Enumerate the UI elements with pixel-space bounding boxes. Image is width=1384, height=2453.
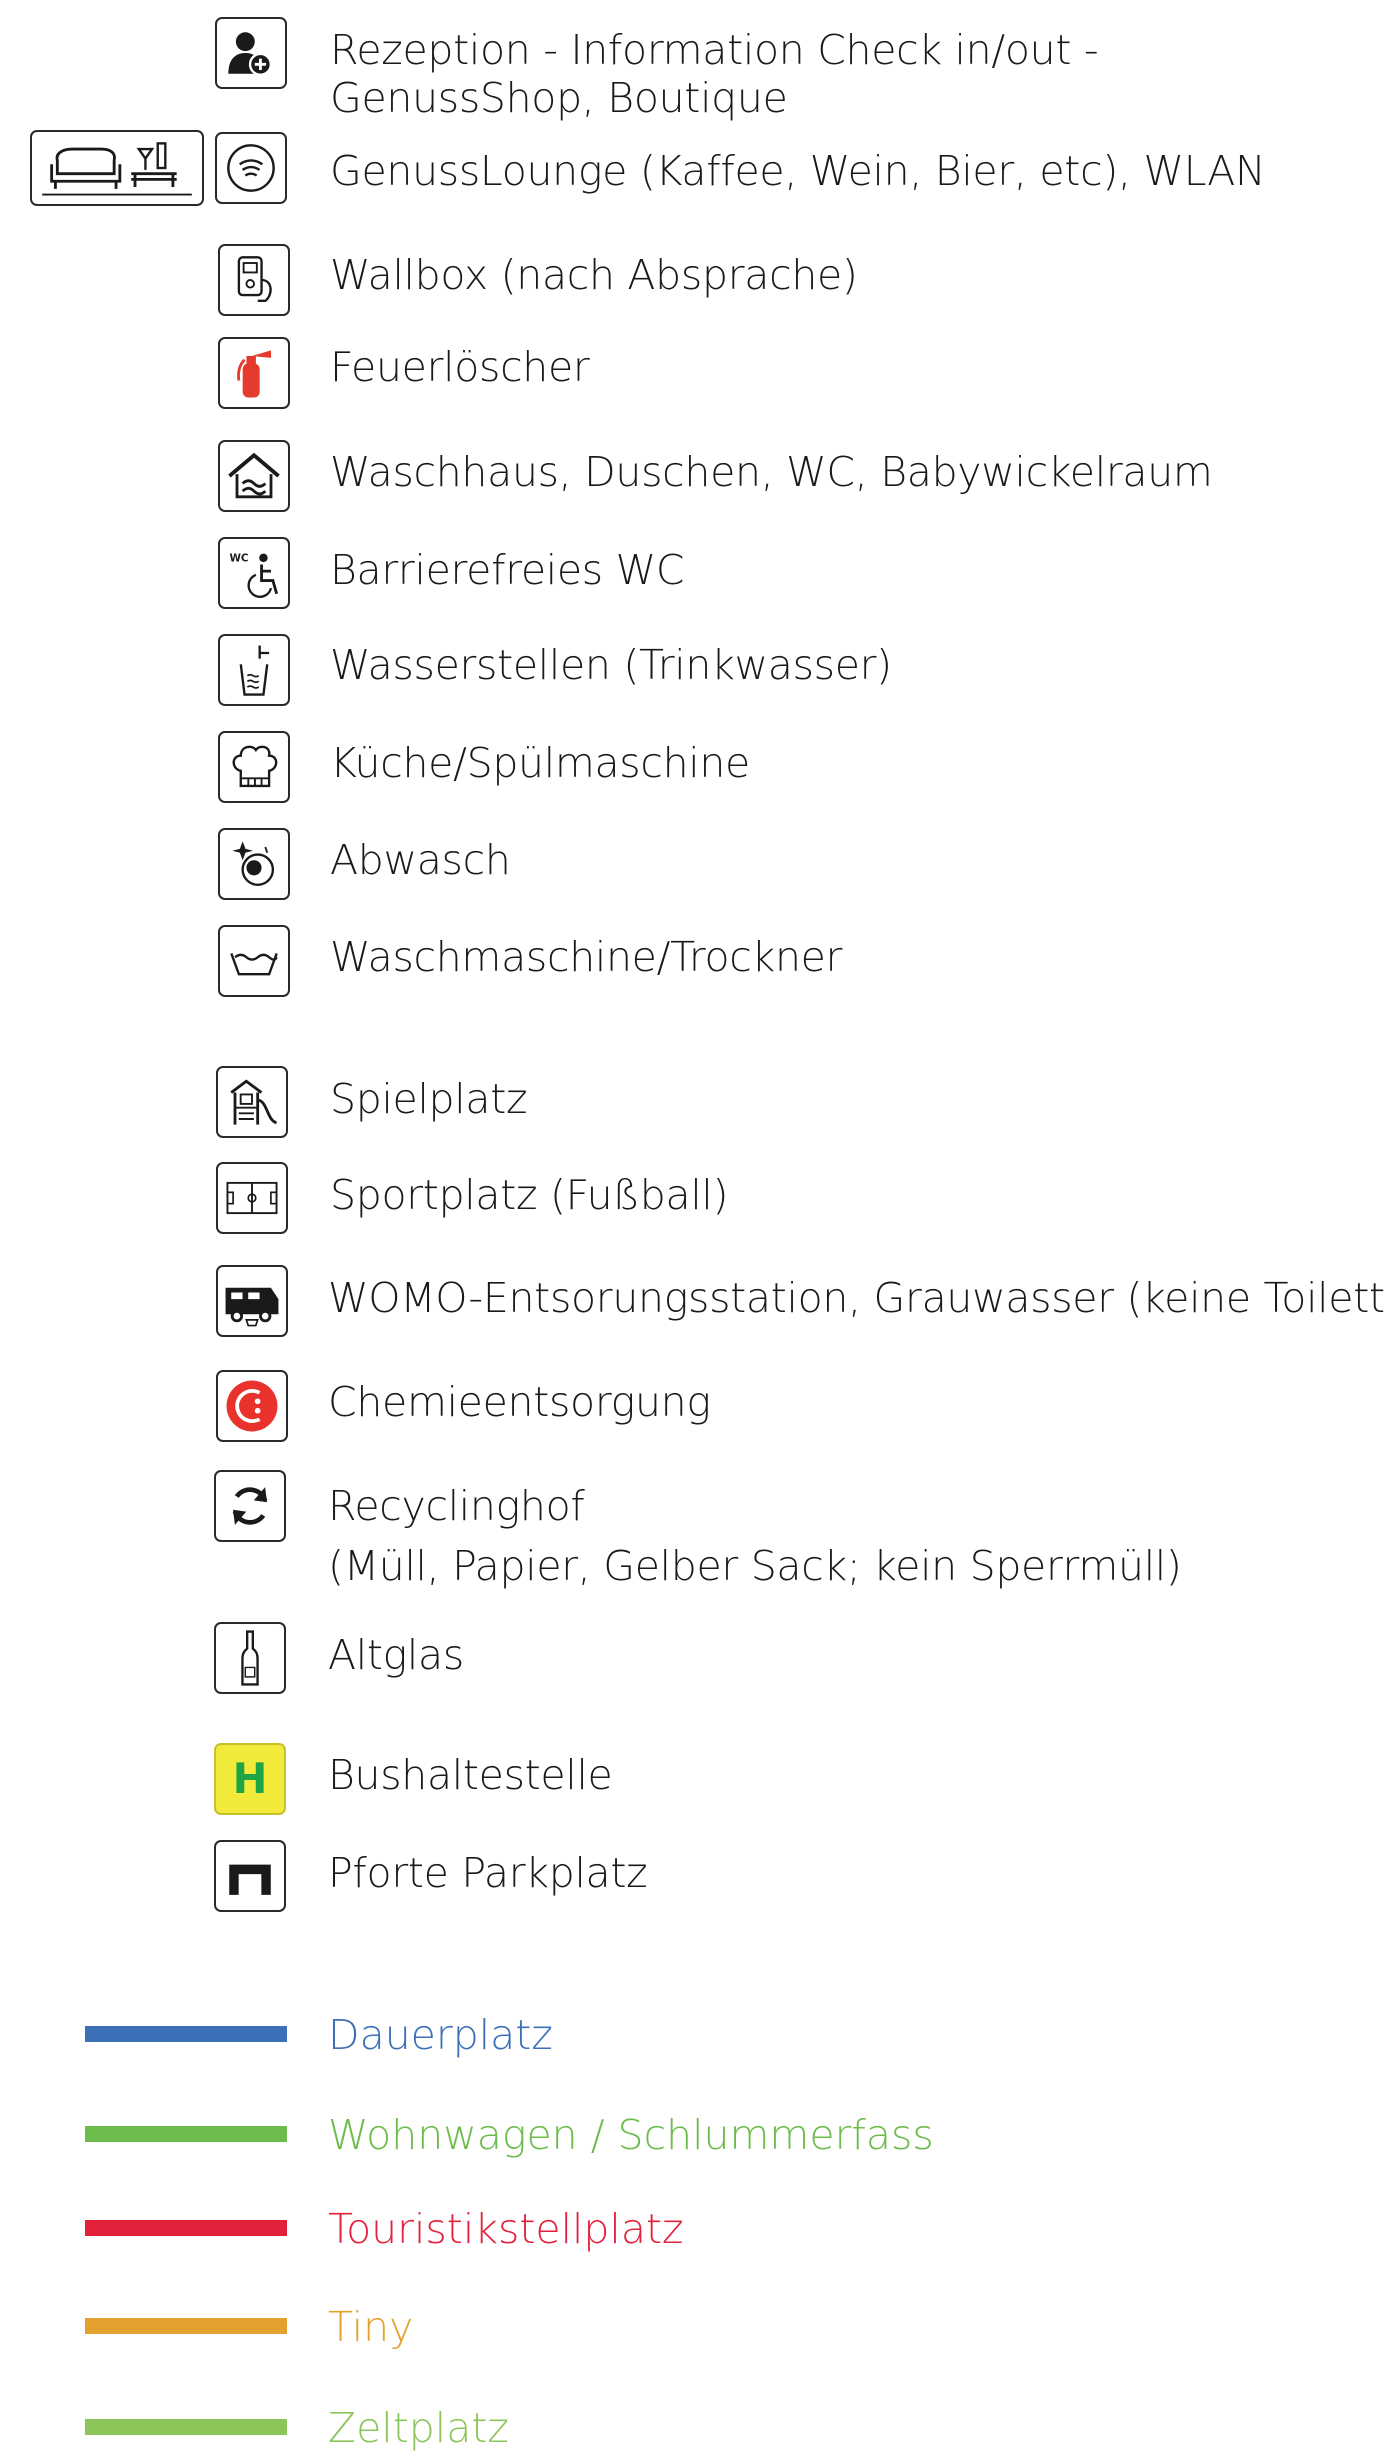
football-field-icon [216, 1162, 288, 1234]
pitch-line-green [85, 2126, 287, 2142]
fire-extinguisher-icon [218, 337, 290, 409]
legend-item-label: Küche/Spülmaschine [330, 739, 750, 787]
legend-item-label: Wallbox (nach Absprache) [330, 251, 858, 299]
legend-item-label: Chemieentsorgung [328, 1378, 711, 1426]
washhouse-icon [218, 440, 290, 512]
wifi-icon [215, 132, 287, 204]
dishwashing-icon [218, 828, 290, 900]
accessible-wc-icon: WC [218, 537, 290, 609]
pitch-line-red [85, 2220, 287, 2236]
playground-icon [216, 1066, 288, 1138]
reception-person-plus-icon [215, 17, 287, 89]
legend-item-label: Abwasch [330, 836, 511, 884]
motorhome-disposal-icon [216, 1265, 288, 1337]
legend-item-label: Spielplatz [330, 1075, 528, 1123]
pitch-type-label: Tiny [328, 2303, 414, 2351]
legend-item-label: Bushaltestelle [328, 1751, 613, 1799]
washing-machine-icon [218, 925, 290, 997]
legend-item-label: Sportplatz (Fußball) [330, 1171, 729, 1219]
recycling-icon [214, 1470, 286, 1542]
legend-item-label: Waschmaschine/Trockner [330, 933, 843, 981]
ev-charger-icon [218, 244, 290, 316]
legend-item-label: Barrierefreies WC [330, 546, 685, 594]
lounge-sofa-bar-icon [30, 130, 204, 206]
gate-icon [214, 1840, 286, 1912]
bus-stop-icon: H [214, 1743, 286, 1815]
legend-item-label: Feuerlöscher [330, 343, 590, 391]
pitch-type-label: Dauerplatz [328, 2011, 553, 2059]
legend-item-label: Recyclinghof (Müll, Papier, Gelber Sack;… [328, 1482, 1182, 1590]
svg-text:WC: WC [229, 553, 248, 565]
pitch-line-orange [85, 2318, 287, 2334]
legend-item-label: Rezeption - Information Check in/out - G… [330, 26, 1099, 122]
pitch-type-label: Zeltplatz [328, 2404, 509, 2452]
pitch-type-label: Wohnwagen / Schlummerfass [328, 2111, 934, 2159]
chemical-disposal-icon [216, 1370, 288, 1442]
legend-item-label: Wasserstellen (Trinkwasser) [330, 641, 892, 689]
legend-item-label: Waschhaus, Duschen, WC, Babywickelraum [330, 448, 1213, 496]
legend-item-label: WOMO-Entsorungsstation, Grauwasser (kein… [328, 1274, 1384, 1322]
pitch-type-label: Touristikstellplatz [328, 2205, 684, 2253]
pitch-line-light-green [85, 2419, 287, 2435]
legend-item-label: Pforte Parkplatz [328, 1849, 648, 1897]
legend-item-label: Altglas [328, 1631, 464, 1679]
pitch-line-blue [85, 2026, 287, 2042]
water-tap-icon [218, 634, 290, 706]
glass-bottle-icon [214, 1622, 286, 1694]
chef-hat-icon [218, 731, 290, 803]
bus-stop-letter: H [233, 1754, 268, 1803]
legend-item-label: GenussLounge (Kaffee, Wein, Bier, etc), … [330, 147, 1266, 195]
